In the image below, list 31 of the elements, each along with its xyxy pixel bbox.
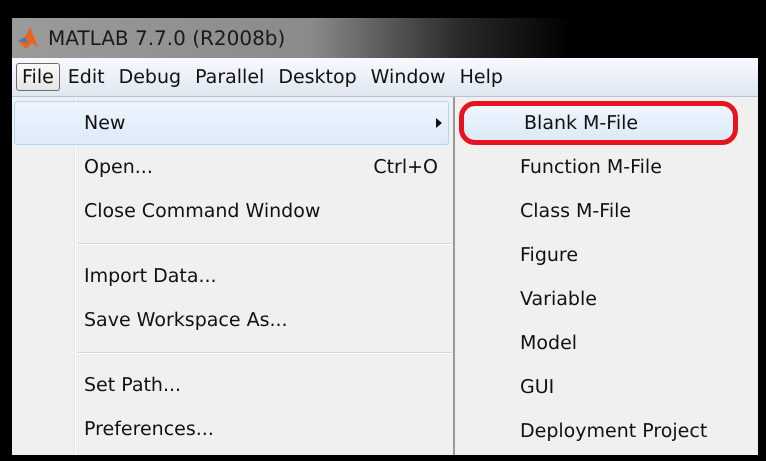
shortcut-label: Ctrl+O <box>373 156 439 178</box>
submenu-entry[interactable]: Blank M-File <box>459 101 738 145</box>
window-title: MATLAB 7.7.0 (R2008b) <box>48 26 286 50</box>
menu-item[interactable]: Edit <box>62 63 111 91</box>
menu-entry-label: Save Workspace As... <box>83 309 289 331</box>
menu-item[interactable]: Debug <box>112 63 188 91</box>
menu-entry-label: New <box>83 112 126 134</box>
menu-item[interactable]: Help <box>454 63 509 91</box>
submenu-entry[interactable]: Deployment Project <box>459 409 754 453</box>
menu-entry[interactable]: Close Command Window <box>14 189 449 233</box>
submenu-entry[interactable]: Figure <box>459 233 754 277</box>
menu-entry-label: Close Command Window <box>83 200 322 222</box>
menu-entry[interactable]: Save Workspace As... <box>14 298 449 342</box>
menu-item[interactable]: Parallel <box>189 63 270 91</box>
menu-entry-label: Preferences... <box>83 418 215 440</box>
menu-entry[interactable]: Preferences... <box>14 407 449 451</box>
menu-entry-label: Set Path... <box>83 374 182 396</box>
submenu-entry[interactable]: GUI <box>459 365 754 409</box>
menu-entry[interactable]: New <box>14 101 449 145</box>
menu-entry[interactable]: Import Data... <box>14 254 449 298</box>
menu-entry[interactable]: Set Path... <box>14 363 449 407</box>
menu-entry-label: Import Data... <box>83 265 218 287</box>
submenu-entry[interactable]: Function M-File <box>459 145 754 189</box>
menu-item[interactable]: Desktop <box>272 63 363 91</box>
menu-item[interactable]: File <box>16 63 60 91</box>
menu-entry[interactable]: Open... Ctrl+O <box>14 145 449 189</box>
submenu-entry[interactable]: Class M-File <box>459 189 754 233</box>
submenu-entry[interactable]: Model <box>459 321 754 365</box>
submenu-entry[interactable]: Variable <box>459 277 754 321</box>
menu-item[interactable]: Window <box>364 63 452 91</box>
menu-entry-label: Open... <box>83 156 154 178</box>
